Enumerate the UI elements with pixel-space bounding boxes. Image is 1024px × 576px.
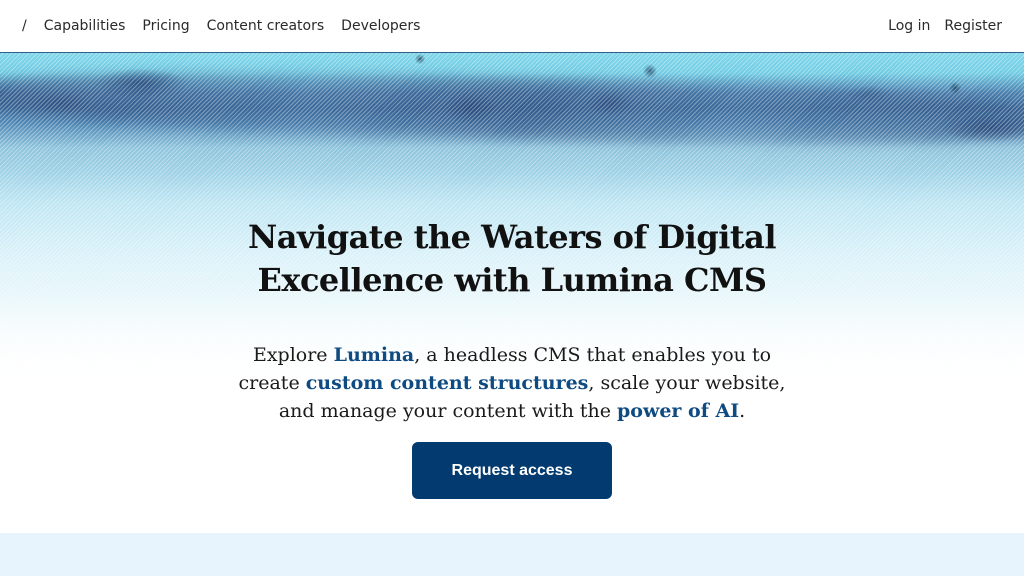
nav-right: Log in Register (874, 18, 1002, 34)
nav-left: / Capabilities Pricing Content creators … (22, 18, 437, 34)
next-section (0, 533, 1024, 576)
hero-title-line-1: Navigate the Waters of Digital (247, 218, 777, 256)
hero-content: Navigate the Waters of Digital Excellenc… (0, 53, 1024, 533)
desc-text: , scale your website, (588, 372, 786, 394)
desc-text: and manage your content with the (278, 400, 617, 422)
nav-link-content-creators[interactable]: Content creators (207, 18, 325, 34)
nav-link-developers[interactable]: Developers (341, 18, 420, 34)
highlight-lumina: Lumina (333, 344, 415, 366)
home-link[interactable]: / (22, 18, 27, 34)
highlight-custom-content-structures: custom content structures (305, 372, 589, 394)
request-access-button[interactable]: Request access (412, 442, 612, 499)
highlight-power-of-ai: power of AI (617, 400, 740, 422)
top-navigation: / Capabilities Pricing Content creators … (0, 0, 1024, 52)
desc-text: Explore (252, 344, 334, 366)
hero-title-line-2: Excellence with Lumina CMS (257, 261, 767, 299)
desc-text: . (739, 400, 746, 422)
login-link[interactable]: Log in (888, 18, 930, 34)
desc-text: create (238, 372, 306, 394)
desc-text: , a headless CMS that enables you to (414, 344, 772, 366)
hero-description: Explore Lumina, a headless CMS that enab… (0, 341, 1024, 425)
nav-link-pricing[interactable]: Pricing (142, 18, 189, 34)
hero-title: Navigate the Waters of Digital Excellenc… (0, 216, 1024, 302)
register-link[interactable]: Register (944, 18, 1002, 34)
hero-section: Navigate the Waters of Digital Excellenc… (0, 52, 1024, 533)
nav-link-capabilities[interactable]: Capabilities (44, 18, 126, 34)
